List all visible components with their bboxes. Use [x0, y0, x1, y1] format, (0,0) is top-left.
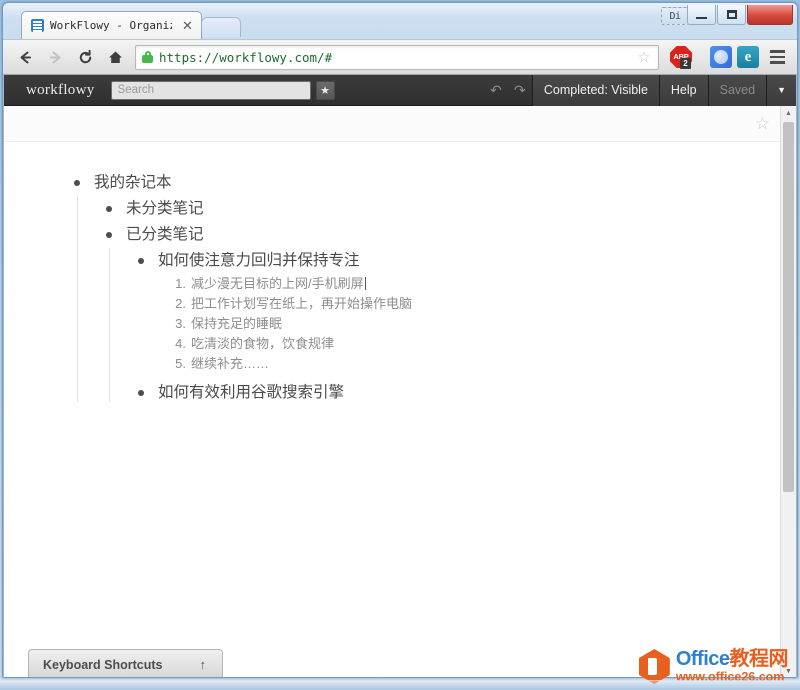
list-item[interactable]: 已分类笔记 [100, 222, 796, 248]
blue-circle-extension-icon[interactable] [710, 46, 732, 68]
tab-title: WorkFlowy - Organize yo [50, 19, 172, 32]
numbered-line[interactable]: 3. 保持充足的睡眠 [170, 314, 796, 334]
bullet-icon[interactable] [100, 222, 118, 248]
secure-lock-icon [142, 51, 153, 63]
workflowy-favicon-icon [31, 19, 44, 32]
line-number: 4. [175, 336, 186, 351]
starred-items-button[interactable]: ★ [315, 80, 335, 100]
account-menu-caret-icon[interactable]: ▼ [767, 75, 796, 106]
completed-visibility-button[interactable]: Completed: Visible [532, 75, 659, 106]
node-text[interactable]: 如何使注意力回归并保持专注 [150, 248, 360, 274]
evernote-extension-icon[interactable]: e [737, 46, 759, 68]
list-item[interactable]: 我的杂记本 [68, 170, 796, 196]
list-item[interactable]: 如何有效利用谷歌搜索引擎 [132, 380, 796, 406]
forward-icon [41, 43, 69, 71]
undo-icon[interactable]: ↶ [484, 75, 508, 106]
outline-root: 我的杂记本 未分类笔记 已分类笔记 如何使注意力回归并保持专注 1. 减少漫无目… [4, 142, 796, 406]
page-scrollbar[interactable]: ▲ ▼ [780, 106, 796, 677]
line-text[interactable]: 继续补充…… [191, 354, 269, 374]
taskbar-peek [0, 680, 800, 690]
numbered-line[interactable]: 2. 把工作计划写在纸上，再开始操作电脑 [170, 294, 796, 314]
scroll-down-icon[interactable]: ▼ [781, 664, 796, 677]
bullet-icon[interactable] [132, 380, 150, 406]
chrome-menu-icon[interactable] [765, 45, 789, 69]
scroll-up-icon[interactable]: ▲ [781, 106, 796, 121]
reload-icon[interactable] [71, 43, 99, 71]
numbered-line[interactable]: 1. 减少漫无目标的上网/手机刷屏 [170, 274, 796, 294]
line-number: 3. [175, 316, 186, 331]
maximize-button[interactable] [717, 5, 746, 25]
search-box[interactable] [110, 80, 311, 100]
list-item[interactable]: 未分类笔记 [100, 196, 796, 222]
app-logo[interactable]: workflowy [4, 82, 111, 99]
line-text[interactable]: 保持充足的睡眠 [191, 314, 282, 334]
node-text[interactable]: 我的杂记本 [86, 170, 172, 196]
url-text: https://workflowy.com/# [159, 49, 333, 65]
search-input[interactable] [117, 84, 304, 96]
outline-children: 未分类笔记 已分类笔记 如何使注意力回归并保持专注 1. 减少漫无目标的上网/手… [68, 196, 796, 406]
minimize-icon [696, 16, 707, 19]
address-bar[interactable]: https://workflowy.com/# ☆ [135, 44, 659, 70]
numbered-line[interactable]: 5. 继续补充…… [170, 354, 796, 374]
keyboard-shortcuts-label: Keyboard Shortcuts [43, 657, 163, 672]
bullet-icon[interactable] [100, 196, 118, 222]
page-star-icon[interactable]: ☆ [755, 114, 770, 134]
title-bar: WorkFlowy - Organize yo ✕ Di [3, 3, 797, 39]
line-number: 1. [175, 276, 186, 291]
app-header-actions: ↶ ↷ Completed: Visible Help Saved ▼ [484, 75, 796, 106]
line-number: 2. [175, 296, 186, 311]
bullet-icon[interactable] [68, 170, 86, 196]
expand-arrow-icon: ↑ [199, 657, 207, 672]
line-text[interactable]: 减少漫无目标的上网/手机刷屏 [191, 274, 366, 294]
outline-children: 如何使注意力回归并保持专注 1. 减少漫无目标的上网/手机刷屏 2. 把工作计划… [100, 248, 796, 406]
tab-strip: WorkFlowy - Organize yo ✕ [21, 11, 202, 39]
redo-icon[interactable]: ↷ [508, 75, 532, 106]
node-text[interactable]: 未分类笔记 [118, 196, 204, 222]
page-viewport: workflowy ★ ↶ ↷ Completed: Visible Help … [3, 75, 797, 677]
text-cursor [364, 277, 366, 290]
keyboard-shortcuts-button[interactable]: Keyboard Shortcuts ↑ [28, 649, 223, 677]
save-status: Saved [708, 75, 767, 106]
maximize-icon [726, 10, 737, 19]
browser-toolbar: https://workflowy.com/# ☆ ABP 2 e [3, 39, 797, 75]
close-window-button[interactable] [747, 5, 793, 25]
line-text[interactable]: 吃清淡的食物，饮食规律 [191, 334, 334, 354]
browser-tab[interactable]: WorkFlowy - Organize yo ✕ [21, 11, 202, 39]
line-text[interactable]: 把工作计划写在纸上，再开始操作电脑 [191, 294, 412, 314]
back-icon[interactable] [11, 43, 39, 71]
home-icon[interactable] [101, 43, 129, 71]
bookmark-star-icon[interactable]: ☆ [636, 49, 652, 66]
app-header: workflowy ★ ↶ ↷ Completed: Visible Help … [4, 75, 796, 106]
numbered-line[interactable]: 4. 吃清淡的食物，饮食规律 [170, 334, 796, 354]
tab-close-icon[interactable]: ✕ [178, 19, 193, 32]
adblock-badge: 2 [680, 57, 691, 69]
new-tab-button[interactable] [201, 17, 241, 37]
line-number: 5. [175, 356, 186, 371]
list-item[interactable]: 如何使注意力回归并保持专注 [132, 248, 796, 274]
browser-window: WorkFlowy - Organize yo ✕ Di [2, 2, 798, 678]
minimize-button[interactable] [687, 5, 716, 25]
node-text[interactable]: 已分类笔记 [118, 222, 204, 248]
document-body: ☆ 我的杂记本 未分类笔记 已分类笔记 如何使注意力回归并保持专注 1. 减少漫… [4, 106, 796, 677]
scrollbar-thumb[interactable] [783, 122, 794, 492]
di-badge-icon[interactable]: Di [661, 7, 689, 25]
help-button[interactable]: Help [659, 75, 708, 106]
window-controls [686, 5, 793, 25]
bullet-icon[interactable] [132, 248, 150, 274]
node-text[interactable]: 如何有效利用谷歌搜索引擎 [150, 380, 344, 406]
document-toolbar: ☆ [4, 106, 796, 142]
numbered-note[interactable]: 1. 减少漫无目标的上网/手机刷屏 2. 把工作计划写在纸上，再开始操作电脑 3… [132, 274, 796, 374]
